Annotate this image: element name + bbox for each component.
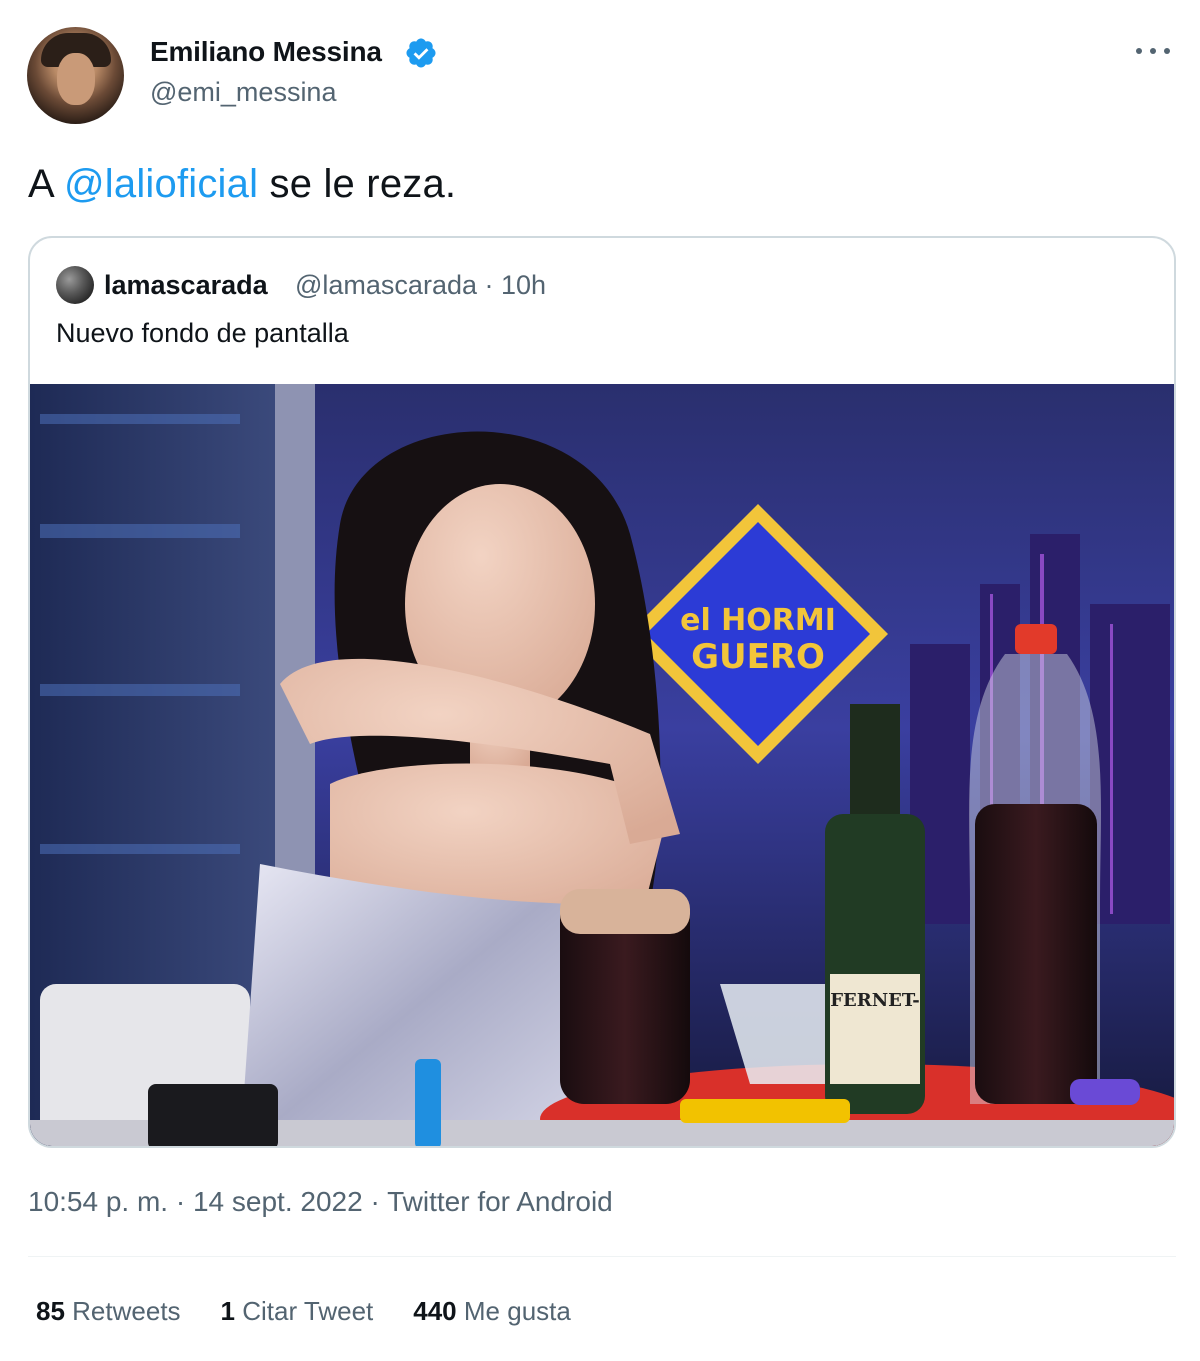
mention-link[interactable]: @lalioficial bbox=[64, 162, 258, 206]
quoted-author-avatar[interactable] bbox=[56, 266, 94, 304]
tweet-timestamp: 10:54 p. m. · 14 sept. 2022 · Twitter fo… bbox=[28, 1186, 613, 1218]
sign-line-2: GUERO bbox=[691, 637, 825, 677]
bottle-label: FERNET- bbox=[830, 990, 920, 1011]
quoted-tweet-text: Nuevo fondo de pantalla bbox=[56, 318, 349, 348]
quoted-author-handle-time[interactable]: @lamascarada · 10h bbox=[295, 270, 546, 301]
more-dot bbox=[1164, 48, 1170, 54]
quoted-author-name[interactable]: lamascarada bbox=[104, 270, 268, 301]
tv-scene-illustration: el HORMI GUERO FERNET- bbox=[30, 384, 1174, 1146]
quoted-tweet-card[interactable]: lamascarada @lamascarada · 10h Nuevo fon… bbox=[28, 236, 1176, 1148]
likes-count: 440 bbox=[413, 1296, 457, 1326]
quote-tweets-count: 1 bbox=[220, 1296, 236, 1326]
quote-tweets-stat[interactable]: 1 Citar Tweet bbox=[221, 1296, 374, 1327]
avatar-face bbox=[57, 53, 95, 105]
verified-badge-icon bbox=[406, 38, 436, 68]
sign-line-1: el HORMI bbox=[680, 603, 836, 638]
tweet-date-link[interactable]: 14 sept. 2022 bbox=[193, 1186, 363, 1217]
tweet-time-link[interactable]: 10:54 p. m. bbox=[28, 1186, 168, 1217]
divider bbox=[28, 1256, 1176, 1257]
engagement-stats: 85 Retweets 1 Citar Tweet 440 Me gusta bbox=[36, 1296, 571, 1327]
tweet-source-link[interactable]: Twitter for Android bbox=[387, 1186, 613, 1217]
more-options-icon[interactable] bbox=[1136, 36, 1170, 66]
likes-stat[interactable]: 440 Me gusta bbox=[413, 1296, 571, 1327]
likes-label: Me gusta bbox=[463, 1296, 571, 1326]
author-handle[interactable]: @emi_messina bbox=[150, 77, 336, 108]
retweets-label: Retweets bbox=[72, 1296, 181, 1326]
more-dot bbox=[1150, 48, 1156, 54]
tweet-text-prefix: A bbox=[28, 162, 64, 206]
tweet: Emiliano Messina @emi_messina A @laliofi… bbox=[0, 0, 1200, 1361]
timestamp-separator: · bbox=[168, 1186, 193, 1217]
timestamp-separator: · bbox=[362, 1186, 388, 1217]
retweets-count: 85 bbox=[36, 1296, 65, 1326]
author-avatar[interactable] bbox=[27, 27, 124, 124]
author-display-name[interactable]: Emiliano Messina bbox=[150, 36, 382, 68]
more-dot bbox=[1136, 48, 1142, 54]
retweets-stat[interactable]: 85 Retweets bbox=[36, 1296, 181, 1327]
tweet-text-suffix: se le reza. bbox=[258, 162, 457, 206]
tweet-text: A @lalioficial se le reza. bbox=[28, 162, 456, 207]
quoted-tweet-image[interactable]: el HORMI GUERO FERNET- bbox=[30, 384, 1174, 1146]
quote-tweets-label: Citar Tweet bbox=[242, 1296, 374, 1326]
